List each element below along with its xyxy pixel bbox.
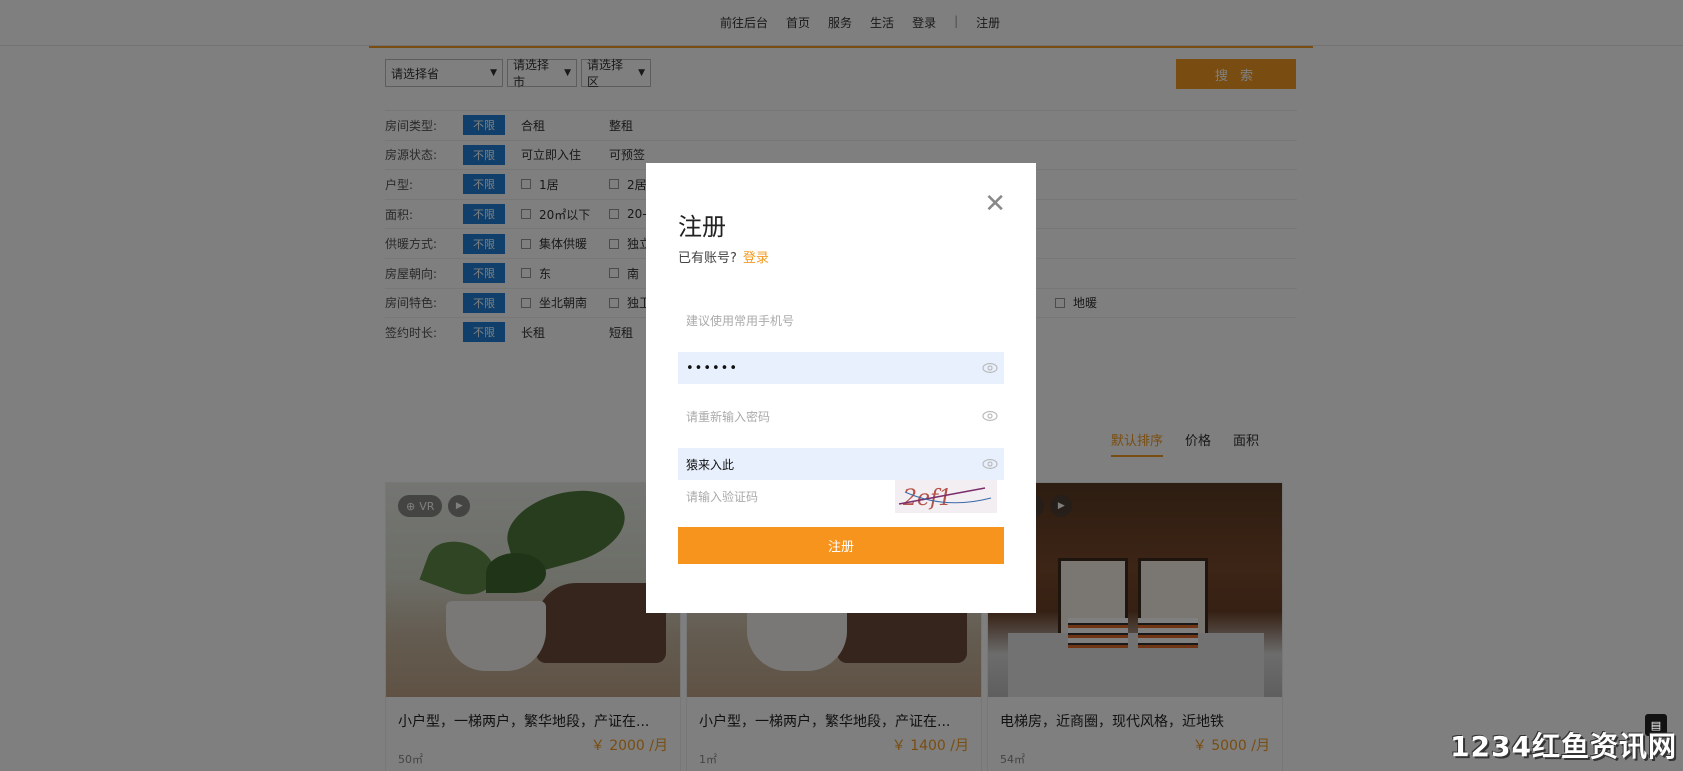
confirm-password-field[interactable]: 请重新输入密码 — [678, 400, 1004, 432]
captcha-field[interactable]: 请输入验证码 — [678, 480, 888, 512]
close-icon[interactable]: ✕ — [984, 191, 1006, 217]
login-link[interactable]: 登录 — [743, 251, 769, 266]
password-value: •••••• — [686, 360, 739, 376]
confirm-password-placeholder: 请重新输入密码 — [686, 409, 771, 424]
phone-field[interactable]: 建议使用常用手机号 — [678, 304, 1004, 336]
password-field[interactable]: •••••• — [678, 352, 1004, 384]
captcha-placeholder: 请输入验证码 — [686, 489, 759, 504]
phone-placeholder: 建议使用常用手机号 — [686, 313, 795, 328]
nickname-value: 猿来入此 — [686, 457, 735, 472]
captcha-image[interactable]: 2ef1 — [895, 480, 997, 513]
nickname-field[interactable]: 猿来入此 — [678, 448, 1004, 480]
has-account-text: 已有账号? — [678, 251, 737, 266]
watermark: 1234红鱼资讯网 — [1450, 730, 1677, 763]
eye-icon[interactable] — [982, 409, 998, 423]
register-button[interactable]: 注册 — [678, 527, 1004, 564]
register-modal: ✕ 注册 已有账号? 登录 建议使用常用手机号 •••••• 请重新输入密码 猿来… — [646, 163, 1036, 613]
login-prompt: 已有账号? 登录 — [678, 247, 769, 266]
eye-icon[interactable] — [982, 361, 998, 375]
eye-icon[interactable] — [982, 457, 998, 471]
modal-title: 注册 — [678, 213, 726, 241]
